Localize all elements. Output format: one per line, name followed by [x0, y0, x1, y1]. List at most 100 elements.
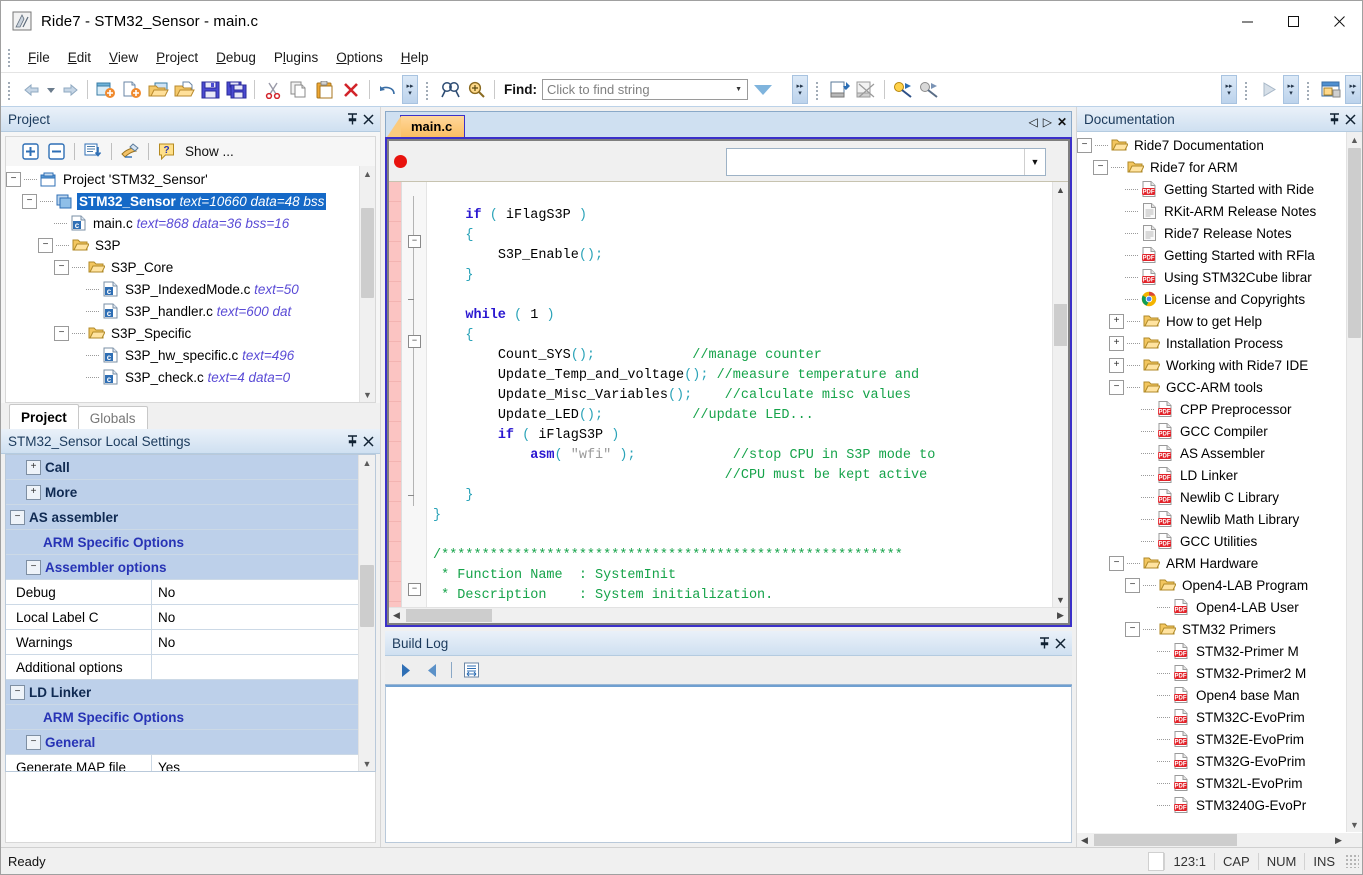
editor-hscrollbar[interactable]: ◀ ▶: [389, 607, 1068, 623]
open-file-icon[interactable]: [171, 77, 197, 102]
documentation-tree-item[interactable]: PDF GCC Compiler: [1077, 420, 1347, 442]
settings-group-expander[interactable]: +: [26, 484, 41, 500]
code-line[interactable]: [433, 286, 1052, 306]
chevron-down-icon[interactable]: ▼: [735, 86, 742, 93]
nav-next-icon[interactable]: ▷: [1043, 115, 1052, 129]
delete-icon[interactable]: [338, 77, 364, 102]
nav-prev-icon[interactable]: ◁: [1028, 115, 1037, 129]
scroll-up-icon[interactable]: ▲: [1347, 132, 1362, 147]
forward-arrow-icon[interactable]: [56, 77, 82, 102]
code-line[interactable]: Count_SYS(); //manage counter: [433, 346, 1052, 366]
code-line[interactable]: {: [433, 226, 1052, 246]
scroll-right-icon[interactable]: ▶: [1331, 833, 1346, 848]
toolbar-grip-4[interactable]: [1243, 79, 1252, 100]
documentation-tree-item[interactable]: PDF GCC Utilities: [1077, 530, 1347, 552]
scroll-up-icon[interactable]: ▲: [360, 166, 375, 181]
settings-row[interactable]: Generate MAP file Yes: [6, 755, 359, 771]
menu-view[interactable]: View: [100, 46, 147, 69]
debug-start-icon[interactable]: [890, 77, 916, 102]
scroll-thumb[interactable]: [1094, 834, 1237, 846]
cut-icon[interactable]: [260, 77, 286, 102]
scroll-down-icon[interactable]: ▼: [359, 756, 375, 771]
find-replace-icon[interactable]: [463, 77, 489, 102]
settings-row[interactable]: ARM Specific Options: [6, 530, 359, 555]
scroll-thumb[interactable]: [361, 208, 374, 298]
project-tree-vscrollbar[interactable]: ▲ ▼: [359, 166, 375, 402]
documentation-tree-item[interactable]: PDF AS Assembler: [1077, 442, 1347, 464]
code-line[interactable]: if ( iFlagS3P ): [433, 426, 1052, 446]
documentation-tree[interactable]: − Ride7 Documentation − Ride7 for ARM PDF Get…: [1077, 132, 1347, 832]
code-line[interactable]: while ( 1 ): [433, 306, 1052, 326]
settings-group-expander[interactable]: −: [10, 684, 25, 700]
maximize-button[interactable]: [1270, 1, 1316, 41]
menu-debug[interactable]: Debug: [207, 46, 265, 69]
toolbar-overflow-icon-4[interactable]: ▸▸ ▾: [1283, 75, 1299, 104]
save-all-icon[interactable]: [223, 77, 249, 102]
documentation-tree-item[interactable]: PDF Newlib Math Library: [1077, 508, 1347, 530]
undo-icon[interactable]: [375, 77, 401, 102]
settings-row[interactable]: ARM Specific Options: [6, 705, 359, 730]
documentation-tree-item[interactable]: + Installation Process: [1077, 332, 1347, 354]
settings-row[interactable]: − General: [6, 730, 359, 755]
documentation-tree-item[interactable]: PDF STM32-Primer M: [1077, 640, 1347, 662]
close-icon[interactable]: [1342, 110, 1358, 128]
pin-icon[interactable]: [1036, 634, 1052, 652]
tree-expander[interactable]: −: [38, 237, 53, 253]
tree-expander[interactable]: −: [6, 171, 21, 187]
project-tree-item[interactable]: c S3P_check.c text=4 data=0: [6, 366, 360, 388]
code-line[interactable]: }: [433, 486, 1052, 506]
code-line[interactable]: [433, 526, 1052, 546]
tree-expander[interactable]: +: [1109, 335, 1124, 351]
tree-expander[interactable]: +: [1109, 313, 1124, 329]
documentation-tree-item[interactable]: PDF Getting Started with Ride: [1077, 178, 1347, 200]
new-file-icon[interactable]: [119, 77, 145, 102]
settings-row[interactable]: − LD Linker: [6, 680, 359, 705]
build-log-output[interactable]: [385, 685, 1072, 843]
settings-row-value[interactable]: Yes: [152, 755, 359, 772]
scroll-left-icon[interactable]: ◀: [1077, 833, 1092, 848]
code-line[interactable]: Update_Misc_Variables(); //calculate mis…: [433, 386, 1052, 406]
documentation-tree-item[interactable]: − Ride7 Documentation: [1077, 134, 1347, 156]
menu-file[interactable]: File: [19, 46, 59, 69]
code-folding-strip[interactable]: − − −: [402, 182, 427, 607]
project-tree-item[interactable]: − Project 'STM32_Sensor': [6, 168, 360, 190]
documentation-tree-item[interactable]: − ARM Hardware: [1077, 552, 1347, 574]
collapse-all-icon[interactable]: [44, 141, 68, 163]
toolbar-grip-5[interactable]: [1305, 79, 1314, 100]
settings-row-value[interactable]: No: [152, 605, 359, 629]
settings-row[interactable]: Local Label C No: [6, 605, 359, 630]
scroll-thumb[interactable]: [1054, 304, 1067, 346]
help-icon[interactable]: ?: [155, 141, 179, 163]
code-line[interactable]: }: [433, 506, 1052, 526]
scroll-left-icon[interactable]: ◀: [389, 608, 404, 623]
find-icon[interactable]: [437, 77, 463, 102]
run-triangle-icon[interactable]: [1256, 77, 1282, 102]
menubar-grip[interactable]: [6, 47, 15, 67]
tree-expander[interactable]: −: [1125, 621, 1140, 637]
documentation-tree-item[interactable]: PDF Newlib C Library: [1077, 486, 1347, 508]
code-line[interactable]: Update_LED(); //update LED...: [433, 406, 1052, 426]
debug-stop-icon[interactable]: [916, 77, 942, 102]
documentation-tree-item[interactable]: PDF Using STM32Cube librar: [1077, 266, 1347, 288]
settings-group-expander[interactable]: +: [26, 459, 41, 475]
settings-row[interactable]: + More: [6, 480, 359, 505]
toolbar-overflow-icon-3[interactable]: ▸▸ ▾: [1221, 75, 1237, 104]
fold-box-while[interactable]: −: [408, 335, 421, 348]
documentation-tree-item[interactable]: License and Copyrights: [1077, 288, 1347, 310]
documentation-tree-item[interactable]: PDF LD Linker: [1077, 464, 1347, 486]
breakpoint-dot-icon[interactable]: [394, 154, 407, 168]
editor-tab-main-c[interactable]: main.c: [386, 115, 466, 137]
code-line[interactable]: /***************************************…: [433, 546, 1052, 566]
code-line[interactable]: }: [433, 266, 1052, 286]
expand-all-icon[interactable]: [18, 141, 42, 163]
settings-vscrollbar[interactable]: ▲ ▼: [358, 455, 375, 771]
tree-expander[interactable]: −: [1125, 577, 1140, 593]
new-project-icon[interactable]: [93, 77, 119, 102]
build-icon[interactable]: [827, 77, 853, 102]
paste-icon[interactable]: [312, 77, 338, 102]
code-line[interactable]: asm( "wfi" ); //stop CPU in S3P mode to: [433, 446, 1052, 466]
toolbar-grip-1[interactable]: [6, 79, 15, 100]
back-dropdown-icon[interactable]: [45, 77, 56, 102]
menu-options[interactable]: Options: [327, 46, 392, 69]
scroll-up-icon[interactable]: ▲: [359, 455, 375, 470]
